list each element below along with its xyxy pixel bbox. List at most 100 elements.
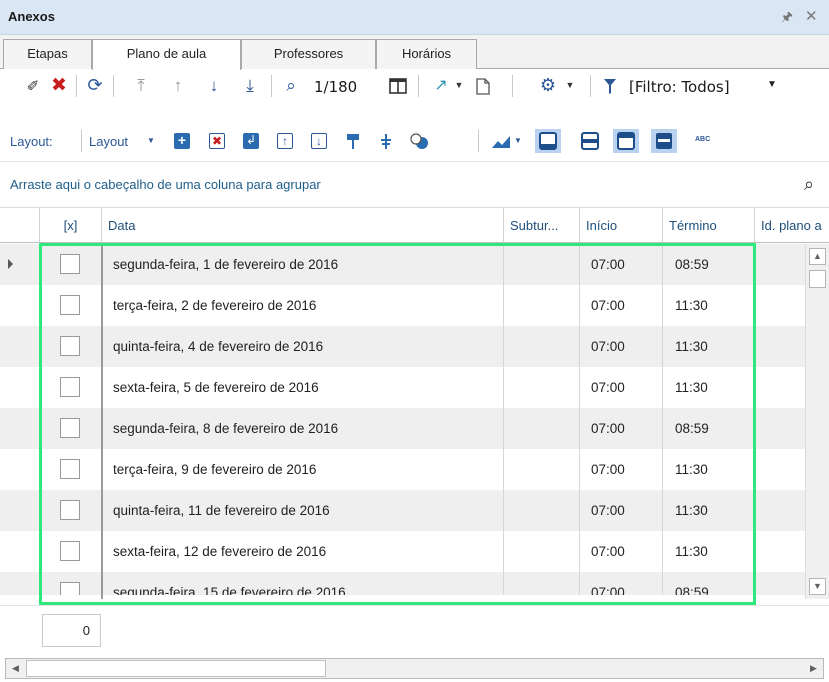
cell-inicio[interactable]: 07:00 <box>580 326 663 367</box>
cell-data[interactable]: quinta-feira, 4 de fevereiro de 2016 <box>102 326 504 367</box>
cell-subturma[interactable] <box>504 244 580 285</box>
tab-professores[interactable]: Professores <box>241 39 376 69</box>
search-icon[interactable]: ⌕ <box>804 174 814 195</box>
delete-icon[interactable]: ✖ <box>49 75 69 95</box>
cell-data[interactable]: segunda-feira, 1 de fevereiro de 2016 <box>102 244 504 285</box>
document-icon[interactable] <box>473 76 493 96</box>
cell-subturma[interactable] <box>504 572 580 595</box>
cell-data[interactable]: segunda-feira, 15 de fevereiro de 2016 <box>102 572 504 595</box>
layout-bottom-button[interactable] <box>535 129 561 153</box>
table-row[interactable]: quinta-feira, 4 de fevereiro de 2016 07:… <box>0 326 805 367</box>
cell-data[interactable]: terça-feira, 2 de fevereiro de 2016 <box>102 285 504 326</box>
cell-data[interactable]: terça-feira, 9 de fevereiro de 2016 <box>102 449 504 490</box>
tab-plano-de-aula[interactable]: Plano de aula <box>92 39 241 70</box>
cell-inicio[interactable]: 07:00 <box>580 408 663 449</box>
cell-inicio[interactable]: 07:00 <box>580 531 663 572</box>
group-panel[interactable]: Arraste aqui o cabeçalho de uma coluna p… <box>0 165 829 205</box>
row-checkbox[interactable] <box>60 295 80 315</box>
header-data[interactable]: Data <box>102 208 504 244</box>
row-checkbox[interactable] <box>60 500 80 520</box>
table-row[interactable]: sexta-feira, 5 de fevereiro de 2016 07:0… <box>0 367 805 408</box>
remove-column-icon[interactable]: ✖ <box>209 133 225 149</box>
cell-subturma[interactable] <box>504 367 580 408</box>
scroll-right-icon[interactable]: ▶ <box>806 661 821 676</box>
header-inicio[interactable]: Início <box>580 208 663 244</box>
cell-data[interactable]: segunda-feira, 8 de fevereiro de 2016 <box>102 408 504 449</box>
chevron-down-icon[interactable]: ▼ <box>147 136 155 145</box>
cell-termino[interactable]: 08:59 <box>663 572 755 595</box>
cell-subturma[interactable] <box>504 490 580 531</box>
refresh-icon[interactable]: ⟳ <box>85 75 105 95</box>
columns-icon[interactable] <box>388 76 408 96</box>
gear-icon[interactable]: ⚙ <box>538 75 558 95</box>
edit-pencil-icon[interactable]: ✐ <box>24 77 42 95</box>
tab-etapas[interactable]: Etapas <box>3 39 92 69</box>
row-checkbox[interactable] <box>60 459 80 479</box>
move-up-icon[interactable]: ↑ <box>277 133 293 149</box>
filter-label[interactable]: [Filtro: Todos] <box>629 78 730 96</box>
row-checkbox[interactable] <box>60 336 80 356</box>
table-row[interactable]: segunda-feira, 8 de fevereiro de 2016 07… <box>0 408 805 449</box>
shapes-icon[interactable] <box>410 132 430 152</box>
scroll-down-icon[interactable]: ▼ <box>809 578 826 595</box>
header-subturma[interactable]: Subtur... <box>504 208 580 244</box>
vertical-scrollbar[interactable]: ▲ ▼ <box>805 244 829 599</box>
cell-inicio[interactable]: 07:00 <box>580 490 663 531</box>
cell-termino[interactable]: 11:30 <box>663 285 755 326</box>
cell-inicio[interactable]: 07:00 <box>580 244 663 285</box>
scroll-thumb[interactable] <box>809 270 826 288</box>
previous-record-icon[interactable]: ↑ <box>168 75 188 95</box>
table-row[interactable]: segunda-feira, 15 de fevereiro de 2016 0… <box>0 572 805 595</box>
scroll-left-icon[interactable]: ◀ <box>8 661 23 676</box>
cell-termino[interactable]: 11:30 <box>663 531 755 572</box>
table-row[interactable]: terça-feira, 2 de fevereiro de 2016 07:0… <box>0 285 805 326</box>
move-down-icon[interactable]: ↓ <box>311 133 327 149</box>
search-icon[interactable]: ⌕ <box>281 75 301 95</box>
header-id-plano[interactable]: Id. plano a <box>755 208 829 244</box>
cell-termino[interactable]: 11:30 <box>663 367 755 408</box>
enter-icon[interactable]: ↲ <box>243 133 259 149</box>
abc-format-button[interactable]: ABC <box>695 136 710 143</box>
header-select[interactable]: [x] <box>40 208 102 244</box>
cell-subturma[interactable] <box>504 531 580 572</box>
table-row[interactable]: quinta-feira, 11 de fevereiro de 2016 07… <box>0 490 805 531</box>
cell-termino[interactable]: 11:30 <box>663 490 755 531</box>
next-record-icon[interactable]: ↓ <box>204 75 224 95</box>
horizontal-scrollbar[interactable]: ◀ ▶ <box>5 658 824 679</box>
pin-icon[interactable]: 🖈︎ <box>781 8 793 30</box>
cell-data[interactable]: quinta-feira, 11 de fevereiro de 2016 <box>102 490 504 531</box>
row-checkbox[interactable] <box>60 254 80 274</box>
scroll-up-icon[interactable]: ▲ <box>809 248 826 265</box>
chevron-down-icon[interactable]: ▼ <box>453 78 465 92</box>
row-checkbox[interactable] <box>60 377 80 397</box>
header-termino[interactable]: Término <box>663 208 755 244</box>
chevron-down-icon[interactable]: ▼ <box>564 78 576 92</box>
chart-icon[interactable] <box>490 132 512 152</box>
add-column-icon[interactable]: + <box>174 133 190 149</box>
pin-format-icon[interactable] <box>377 132 395 150</box>
cell-termino[interactable]: 11:30 <box>663 326 755 367</box>
filter-icon[interactable] <box>600 76 620 96</box>
cell-subturma[interactable] <box>504 408 580 449</box>
row-checkbox[interactable] <box>60 541 80 561</box>
layout-top-button[interactable] <box>613 129 639 153</box>
table-row[interactable]: segunda-feira, 1 de fevereiro de 2016 07… <box>0 244 805 285</box>
chevron-down-icon[interactable]: ▼ <box>514 136 522 145</box>
row-checkbox[interactable] <box>60 582 80 595</box>
row-checkbox[interactable] <box>60 418 80 438</box>
table-row[interactable]: terça-feira, 9 de fevereiro de 2016 07:0… <box>0 449 805 490</box>
cell-termino[interactable]: 08:59 <box>663 408 755 449</box>
cell-termino[interactable]: 11:30 <box>663 449 755 490</box>
close-icon[interactable]: ✕ <box>805 7 818 25</box>
cell-inicio[interactable]: 07:00 <box>580 285 663 326</box>
cell-inicio[interactable]: 07:00 <box>580 572 663 595</box>
scroll-thumb[interactable] <box>26 660 326 677</box>
layout-middle-button[interactable] <box>577 129 603 153</box>
first-record-icon[interactable]: ⤒ <box>131 75 151 95</box>
paint-roller-icon[interactable] <box>344 132 362 150</box>
chevron-down-icon[interactable]: ▼ <box>765 78 779 92</box>
layout-full-button[interactable] <box>651 129 677 153</box>
cell-subturma[interactable] <box>504 326 580 367</box>
cell-inicio[interactable]: 07:00 <box>580 367 663 408</box>
layout-dropdown[interactable]: Layout <box>89 134 128 149</box>
